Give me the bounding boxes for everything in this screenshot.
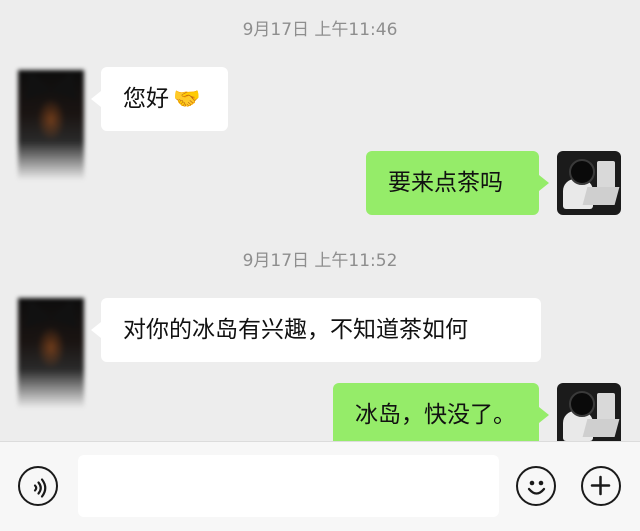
message-bubble-received[interactable]: 您好 🤝 [91, 67, 228, 131]
my-avatar[interactable] [557, 383, 621, 441]
contact-avatar[interactable] [18, 70, 84, 180]
timestamp: 9月17日 上午11:46 [242, 20, 398, 40]
message-bubble-sent[interactable]: 冰岛，快没了。 [333, 383, 549, 441]
message-input[interactable] [78, 455, 499, 517]
emoji-button[interactable] [516, 466, 556, 506]
message-bubble-received[interactable]: 对你的冰岛有兴趣，不知道茶如何 [91, 298, 541, 362]
more-button[interactable] [581, 466, 621, 506]
voice-button[interactable] [18, 466, 58, 506]
message-text: 冰岛，快没了。 [355, 402, 516, 428]
message-text: 您好 [123, 86, 169, 112]
input-bar [0, 441, 640, 531]
handshake-emoji: 🤝 [173, 87, 201, 112]
contact-avatar[interactable] [18, 298, 84, 408]
message-text: 要来点茶吗 [388, 170, 503, 196]
chat-message-area[interactable]: 9月17日 上午11:46 您好 🤝 要来点茶吗 9月17日 上午11:52 对你… [0, 0, 640, 441]
message-text: 对你的冰岛有兴趣，不知道茶如何 [123, 317, 468, 343]
timestamp: 9月17日 上午11:52 [242, 251, 398, 271]
my-avatar[interactable] [557, 151, 621, 215]
message-bubble-sent[interactable]: 要来点茶吗 [366, 151, 549, 215]
